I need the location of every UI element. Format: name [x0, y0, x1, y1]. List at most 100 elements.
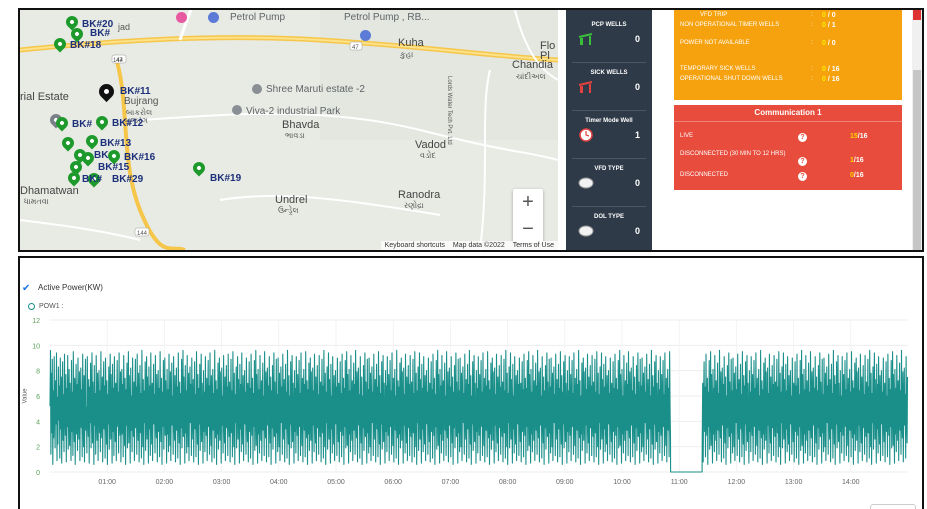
road-shield-label: 144 — [113, 58, 124, 64]
card-value: 0 — [634, 178, 640, 188]
x-tick-label: 14:00 — [842, 479, 860, 486]
zoom-out-button[interactable]: − — [513, 216, 543, 243]
vfd-icon — [578, 177, 594, 189]
well-label[interactable]: BK#11 — [120, 86, 151, 97]
comm-row[interactable]: LIVE ? 15/16 — [680, 133, 900, 142]
well-label[interactable]: BK#13 — [100, 138, 131, 149]
alert-summary-card: VFD TRIP:0 / 0 NON OPERATIONAL TIMER WEL… — [674, 10, 902, 100]
petrol-pump-icon — [176, 12, 187, 23]
place-label: Ranodra — [398, 189, 441, 201]
place-marker-icon — [232, 105, 242, 115]
power-line-chart[interactable]: 0 2 4 6 8 10 12 01:00 02:00 03:00 04:00 05:00 06:00 0… — [20, 258, 922, 509]
comm-row[interactable]: DISCONNECTED (30 MIN TO 12 HRS) — [680, 151, 790, 157]
x-tick-label: 06:00 — [384, 479, 402, 486]
map-zoom-control: + − — [513, 189, 543, 243]
x-tick-label: 13:00 — [785, 479, 803, 486]
place-label: rial Estate — [20, 91, 69, 103]
map-data-label: Map data ©2022 — [452, 242, 505, 249]
x-tick-label: 03:00 — [213, 479, 231, 486]
keyboard-shortcuts-link[interactable]: Keyboard shortcuts — [385, 242, 445, 249]
x-tick-label: 09:00 — [556, 479, 574, 486]
place-label: Bujrang — [124, 96, 159, 107]
status-row[interactable]: POWER NOT AVAILABLE:0 / 0 — [680, 40, 900, 47]
x-tick-label: 08:00 — [499, 479, 517, 486]
comm-row[interactable]: DISCONNECTED ? 0/16 — [680, 172, 900, 181]
scrollbar[interactable] — [912, 10, 922, 250]
place-label: વડોદ — [420, 151, 436, 160]
help-icon[interactable]: ? — [798, 172, 807, 181]
status-row[interactable]: TEMPORARY SICK WELLS:0 / 16 — [680, 66, 900, 73]
y-tick-label: 2 — [36, 445, 40, 452]
x-tick-label: 02:00 — [156, 479, 174, 486]
x-tick-label: 01:00 — [98, 479, 116, 486]
petrol-pump-icon — [360, 30, 371, 41]
well-label[interactable]: BK# — [72, 119, 92, 130]
x-tick-label: 10:00 — [613, 479, 631, 486]
place-label: Vadod — [415, 139, 446, 151]
x-tick-label: 12:00 — [728, 479, 746, 486]
well-label[interactable]: BK — [94, 150, 108, 161]
place-label: રણોદ્રા — [404, 201, 424, 210]
pump-jack-icon — [578, 33, 593, 45]
series-line-pow1 — [49, 349, 909, 473]
help-icon[interactable]: ? — [798, 157, 807, 166]
x-tick-label: 11:00 — [671, 479, 688, 486]
well-map[interactable]: 47 144 47 144 Petrol Pump Petrol Pump , … — [20, 10, 558, 250]
help-icon[interactable]: ? — [798, 133, 807, 142]
y-tick-label: 8 — [36, 369, 40, 376]
poi-label: Shree Maruti estate -2 — [266, 84, 365, 95]
x-tick-label: 05:00 — [327, 479, 345, 486]
poi-label: Petrol Pump , RB... — [344, 12, 430, 23]
place-label: jad — [118, 22, 131, 32]
scrollbar-thumb[interactable] — [913, 70, 921, 250]
divider — [572, 158, 646, 159]
sick-wells-card[interactable]: SICK WELLS 0 — [566, 70, 652, 94]
road-label: Lords Water Tech Pvt. Ltd — [446, 76, 452, 145]
well-label[interactable]: BK#19 — [210, 173, 241, 184]
communication-header: Communication 1 — [674, 105, 902, 122]
place-label: ચાંદીઅલ — [516, 72, 546, 81]
zoom-in-button[interactable]: + — [513, 189, 543, 216]
comm-value: 1/16 — [850, 157, 864, 164]
place-label: Bhavda — [282, 119, 320, 131]
scrollbar-track-marker — [913, 10, 921, 20]
place-label: Pl — [540, 50, 550, 62]
dol-icon — [578, 225, 594, 237]
place-label: ધામતવા — [24, 197, 49, 206]
y-tick-label: 12 — [32, 318, 40, 325]
card-value: 1 — [634, 130, 640, 140]
road-shield-label: 144 — [137, 231, 148, 237]
road-shield-label: 47 — [352, 45, 359, 51]
card-value: 0 — [634, 226, 640, 236]
well-label[interactable]: BK# — [90, 28, 110, 39]
y-tick-label: 6 — [36, 394, 40, 401]
well-label[interactable]: BK#12 — [112, 118, 143, 129]
clock-icon — [579, 128, 593, 142]
place-label: Dhamatwan — [20, 185, 79, 197]
timer-mode-card[interactable]: Timer Mode Well 1 — [566, 118, 652, 142]
well-label[interactable]: BK# — [82, 174, 102, 185]
well-label[interactable]: BK#15 — [98, 162, 129, 173]
status-row[interactable]: OPERATIONAL SHUT DOWN WELLS:0 / 16 — [680, 76, 900, 83]
place-label: Undrel — [275, 194, 308, 206]
status-row[interactable]: NON OPERATIONAL TIMER WELLS:0 / 1 — [680, 22, 900, 29]
divider — [572, 206, 646, 207]
y-tick-label: 0 — [36, 470, 40, 477]
dol-type-card[interactable]: DOL TYPE 0 — [566, 214, 652, 238]
vfd-type-card[interactable]: VFD TYPE 0 — [566, 166, 652, 190]
x-tick-label: 07:00 — [442, 479, 460, 486]
active-power-chart-panel: ✔ Active Power(KW) POW1 : Value 0 2 4 6 8 10 1… — [18, 256, 924, 509]
card-value: 0 — [634, 34, 640, 44]
terms-link[interactable]: Terms of Use — [513, 242, 554, 249]
status-row[interactable]: VFD TRIP:0 / 0 — [680, 12, 900, 19]
divider — [572, 62, 646, 63]
well-label[interactable]: BK#29 — [112, 174, 143, 185]
poi-label: Viva-2 industrial Park — [246, 106, 341, 117]
map-attribution: Keyboard shortcuts Map data ©2022 Terms … — [380, 241, 558, 250]
y-tick-label: 10 — [32, 343, 40, 350]
place-label: ઉન્ડ્રેલ — [278, 206, 299, 215]
pcp-wells-card[interactable]: PCP WELLS 0 — [566, 22, 652, 46]
well-label[interactable]: BK#18 — [70, 40, 101, 51]
place-label: કુહા — [400, 50, 414, 59]
chart-menu-button[interactable] — [870, 504, 916, 509]
